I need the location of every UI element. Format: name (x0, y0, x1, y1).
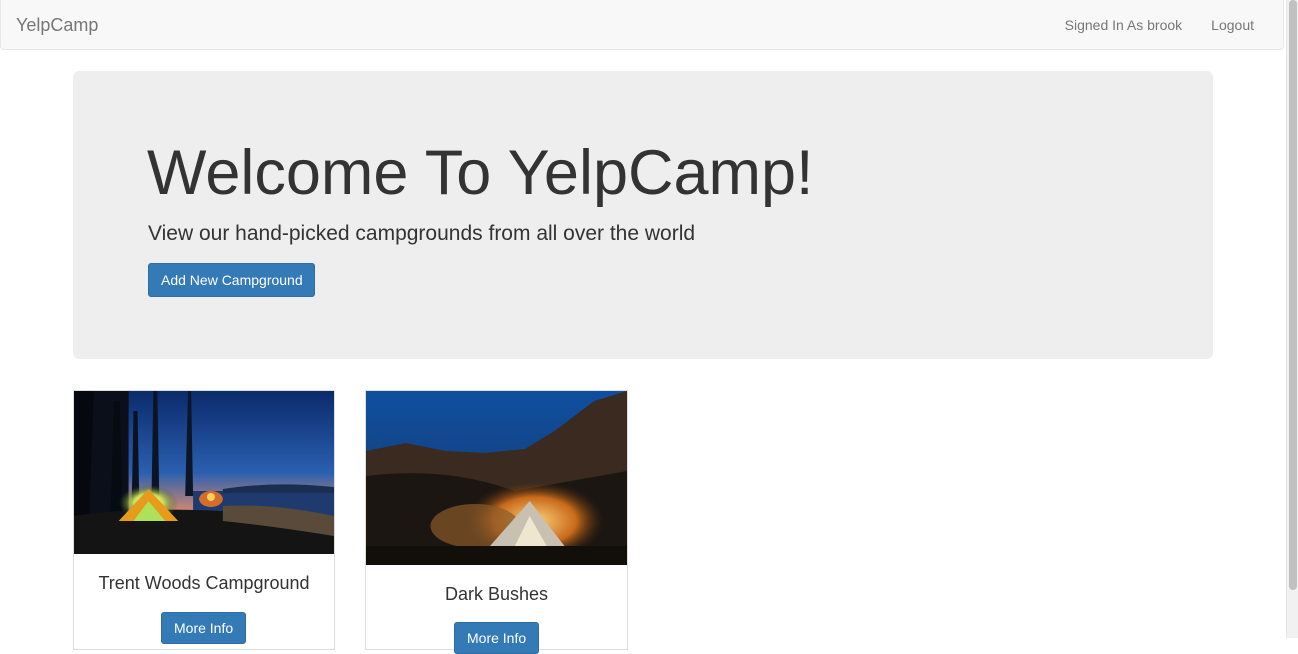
brand-link[interactable]: YelpCamp (16, 15, 98, 35)
more-info-button[interactable]: More Info (454, 622, 539, 654)
logout-link[interactable]: Logout (1196, 15, 1254, 35)
page-scrollbar[interactable] (1286, 0, 1298, 638)
signed-in-user-link[interactable]: Signed In As brook (1050, 15, 1197, 35)
add-campground-button[interactable]: Add New Campground (148, 263, 315, 297)
campground-card: Dark Bushes More Info (365, 390, 628, 654)
campground-card: Trent Woods Campground More Info (73, 390, 335, 650)
campground-name: Dark Bushes (444, 584, 549, 604)
jumbotron: Welcome To YelpCamp! View our hand-picke… (73, 71, 1213, 359)
navbar-right: Signed In As brook Logout (1050, 15, 1254, 35)
more-info-button[interactable]: More Info (161, 612, 246, 644)
campground-thumbnail (74, 391, 334, 554)
navbar: YelpCamp Signed In As brook Logout (0, 0, 1284, 50)
page-title: Welcome To YelpCamp! (147, 138, 814, 208)
campground-thumbnail (366, 391, 627, 565)
page-subtitle: View our hand-picked campgrounds from al… (148, 222, 696, 245)
scrollbar-thumb[interactable] (1289, 0, 1297, 590)
campground-name: Trent Woods Campground (98, 573, 310, 593)
